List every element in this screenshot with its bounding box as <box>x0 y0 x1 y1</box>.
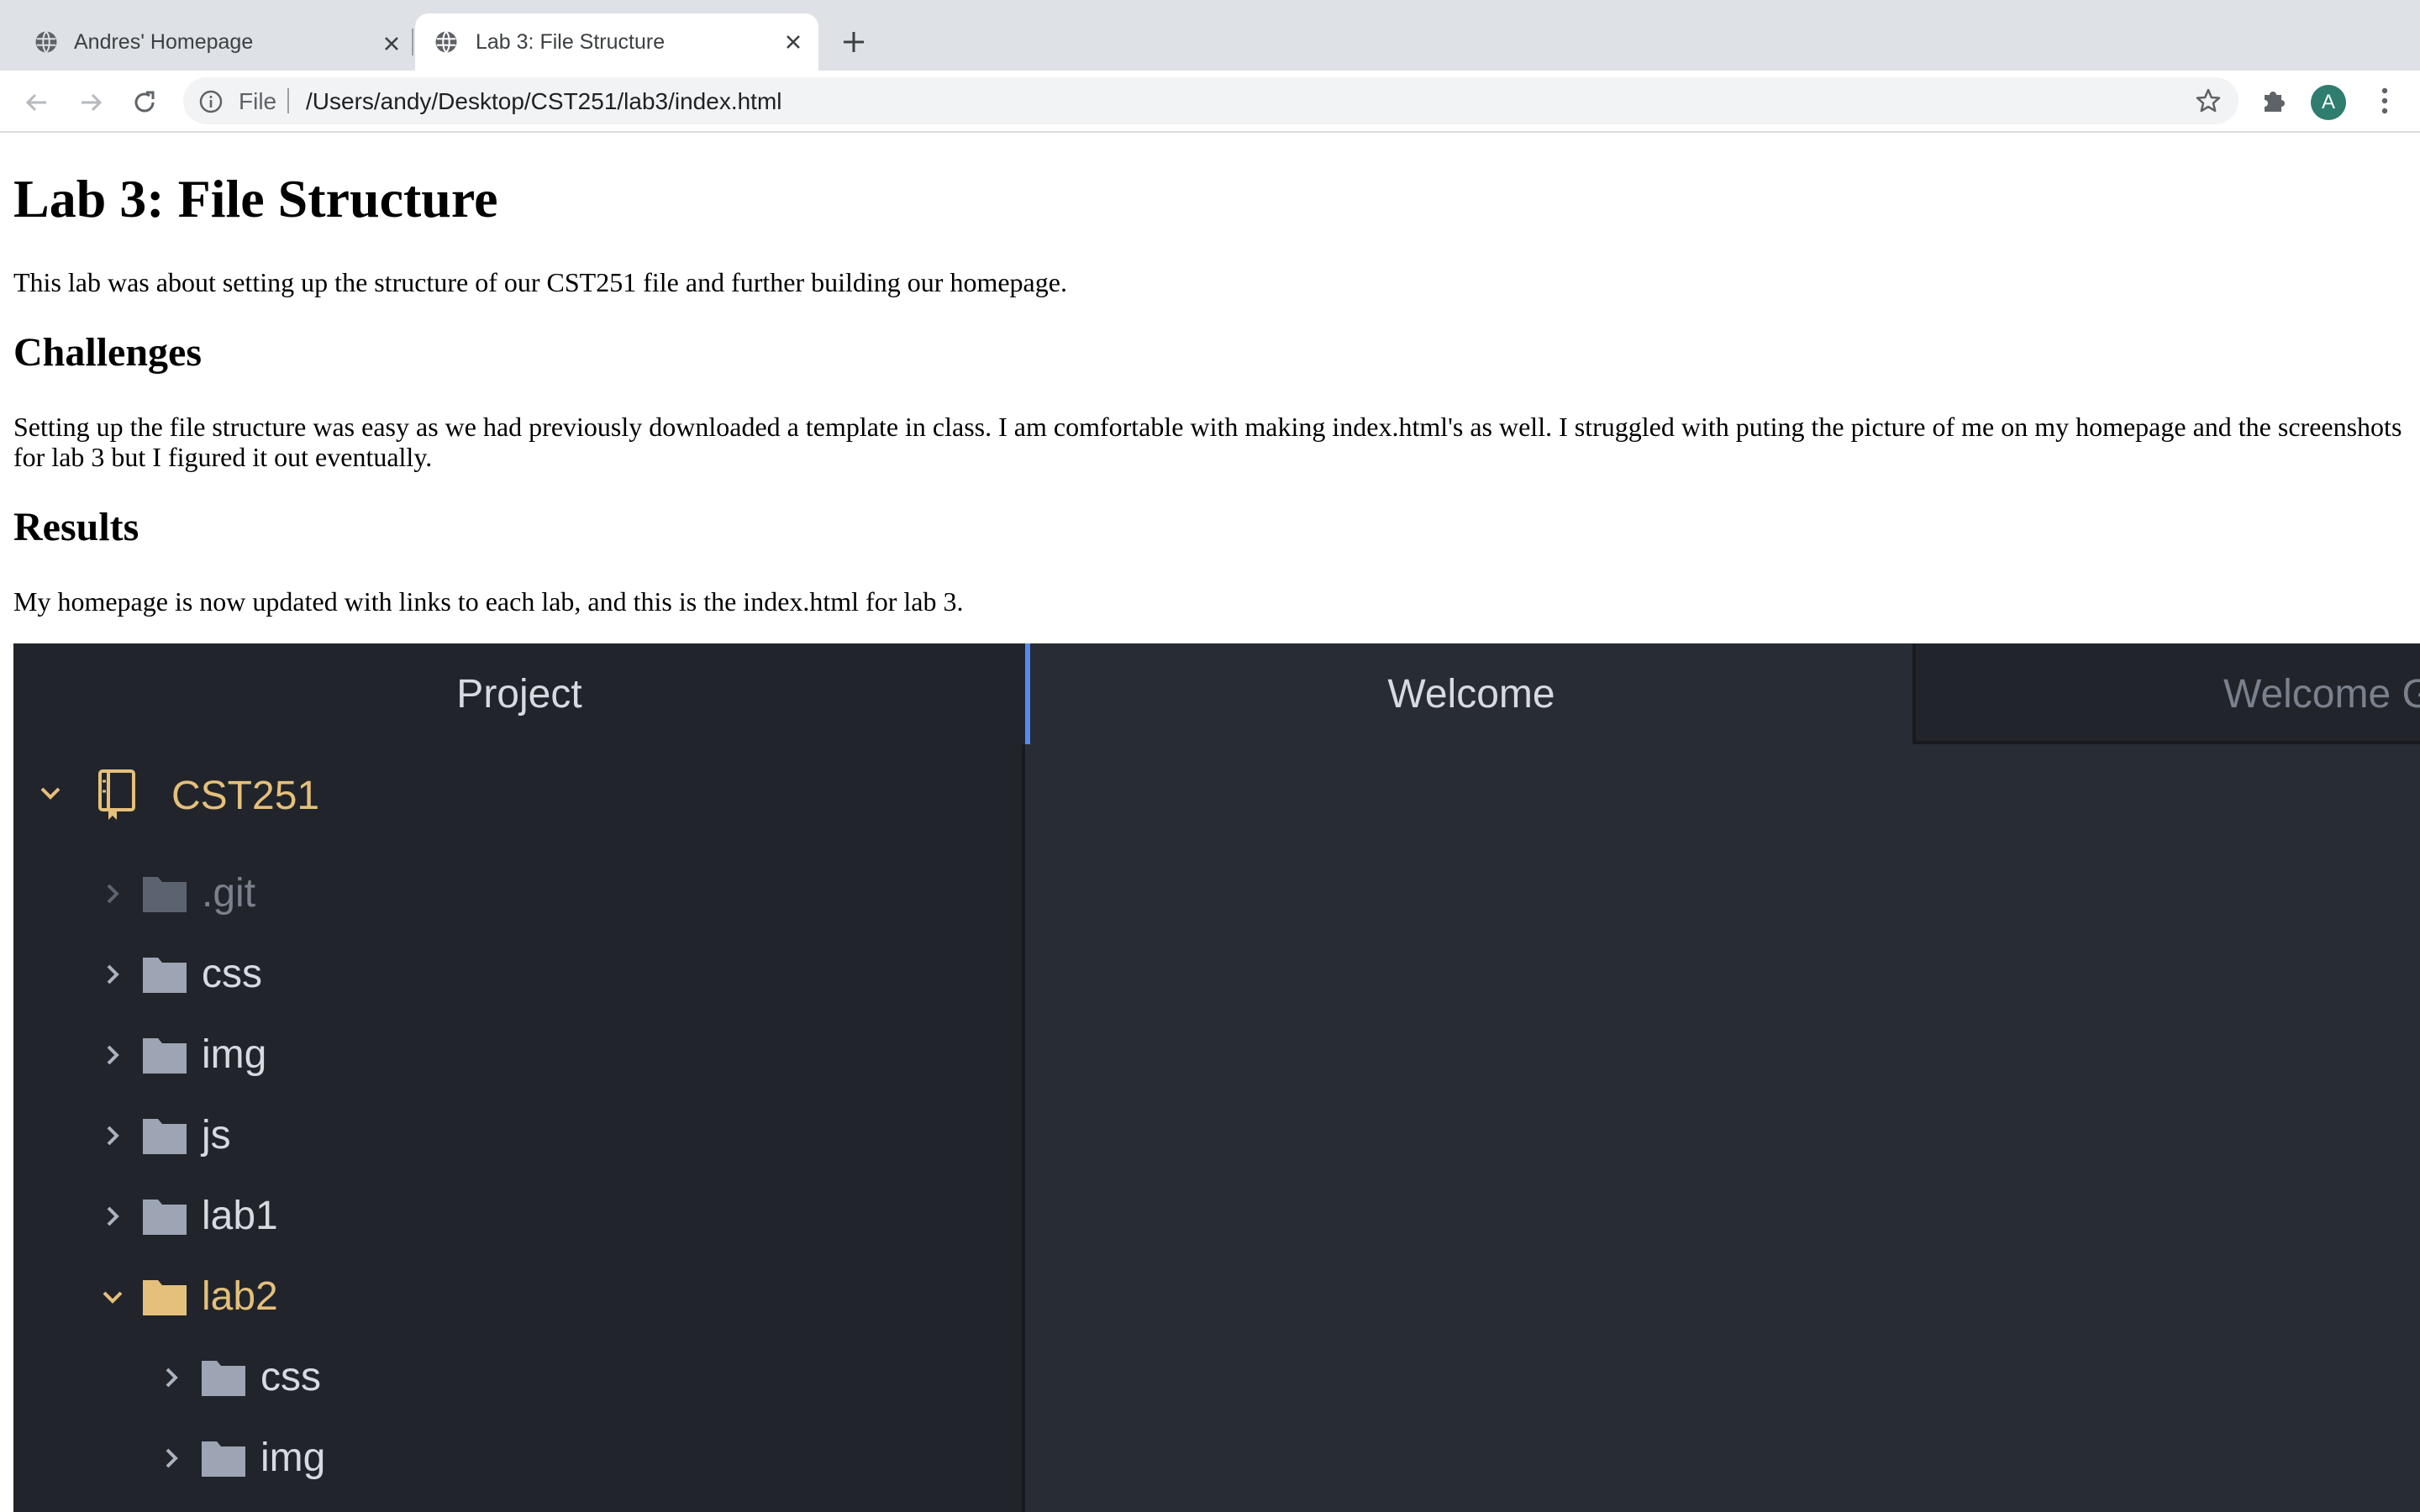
chevron-right-icon <box>107 1126 119 1146</box>
tree-item-js: js <box>97 1110 518 1161</box>
profile-avatar[interactable]: A <box>2311 85 2346 120</box>
new-tab-button[interactable] <box>837 25 871 59</box>
tree-item-label: CST251 <box>171 774 320 818</box>
tree-item-lab2-css: css <box>156 1352 576 1403</box>
menu-button[interactable] <box>2368 84 2402 118</box>
chevron-right-icon <box>166 1368 178 1388</box>
close-tab-button[interactable] <box>780 29 807 55</box>
file-structure-screenshot: Project Welcome Welcome G CST251 .git cs… <box>13 643 2420 1512</box>
more-vert-icon <box>2381 87 2388 114</box>
tree-item-label: lab2 <box>202 1274 278 1319</box>
reload-icon <box>134 91 155 113</box>
tab-divider <box>412 29 413 55</box>
profile-initial: A <box>2321 91 2335 113</box>
globe-icon <box>435 30 457 54</box>
tree-item-git: .git <box>97 869 518 919</box>
folder-icon <box>143 877 187 912</box>
folder-icon <box>143 1200 187 1235</box>
close-icon <box>786 35 800 49</box>
folder-open-icon <box>143 1280 187 1315</box>
scheme-label: File <box>239 88 277 114</box>
folder-icon <box>143 1119 187 1154</box>
globe-icon <box>35 30 57 54</box>
repo-icon <box>98 769 135 820</box>
folder-icon <box>143 1038 187 1074</box>
folder-icon <box>202 1361 245 1396</box>
address-bar[interactable]: File /Users/andy/Desktop/CST251/lab3/ind… <box>183 77 2238 124</box>
tab-welcome-guide: Welcome G <box>1912 643 2420 744</box>
chevron-right-icon <box>107 1206 119 1226</box>
tree-item-lab2: lab2 <box>97 1272 518 1322</box>
tree-item-label: lab1 <box>202 1194 278 1238</box>
star-icon[interactable] <box>2195 87 2222 114</box>
tab-lab3[interactable]: Lab 3: File Structure <box>415 13 818 71</box>
forward-button[interactable] <box>74 86 108 119</box>
tab-welcome: Welcome <box>1025 643 1912 744</box>
tree-item-label: js <box>202 1113 231 1158</box>
tab-project: Project <box>13 643 1025 744</box>
project-tree: CST251 .git css img js lab1 lab2 css img <box>13 744 1025 1512</box>
folder-icon <box>202 1441 245 1477</box>
page-title: Lab 3: File Structure <box>13 169 498 228</box>
plus-icon <box>844 32 864 52</box>
editor-tab-bar: Project Welcome Welcome G <box>13 643 2420 744</box>
challenges-paragraph: Setting up the file structure was easy a… <box>13 412 2402 472</box>
folder-icon <box>143 958 187 993</box>
chevron-down-icon <box>103 1291 123 1304</box>
toolbar: File /Users/andy/Desktop/CST251/lab3/ind… <box>0 71 2420 133</box>
tree-item-label: .git <box>202 871 256 916</box>
chevron-right-icon <box>107 1045 119 1065</box>
url-text[interactable]: /Users/andy/Desktop/CST251/lab3/index.ht… <box>306 88 782 115</box>
challenges-heading: Challenges <box>13 330 203 375</box>
chevron-right-icon <box>107 884 119 904</box>
close-tab-button[interactable] <box>378 15 405 50</box>
results-paragraph: My homepage is now updated with links to… <box>13 586 964 617</box>
tree-item-lab1: lab1 <box>97 1191 518 1242</box>
reload-button[interactable] <box>128 86 161 119</box>
extensions-button[interactable] <box>2257 84 2291 118</box>
arrow-left-icon <box>25 93 46 112</box>
tree-item-label: css <box>202 952 262 996</box>
results-heading: Results <box>13 505 139 549</box>
tree-item-label: img <box>260 1436 326 1480</box>
tree-item-label: css <box>260 1355 321 1399</box>
chevron-down-icon <box>40 787 60 800</box>
info-icon[interactable] <box>198 89 224 114</box>
divider <box>287 88 289 113</box>
puzzle-icon <box>2265 92 2285 112</box>
tab-title: Lab 3: File Structure <box>476 30 666 54</box>
tree-item-css: css <box>97 949 518 1000</box>
tree-item-cst251: CST251 <box>35 768 539 820</box>
editor-pane <box>1025 744 2420 1512</box>
close-icon <box>385 37 398 50</box>
chevron-right-icon <box>166 1448 178 1468</box>
back-button[interactable] <box>20 86 54 119</box>
arrow-right-icon <box>82 93 103 112</box>
tree-item-lab2-img: img <box>156 1433 576 1483</box>
tab-strip: Andres' Homepage Lab 3: File Structure <box>0 0 2420 71</box>
tab-title: Andres' Homepage <box>74 30 254 54</box>
tree-item-label: img <box>202 1032 267 1077</box>
chevron-right-icon <box>107 964 119 984</box>
tab-andres-homepage[interactable]: Andres' Homepage <box>17 13 412 71</box>
tree-item-img: img <box>97 1030 518 1080</box>
intro-paragraph: This lab was about setting up the struct… <box>13 267 1067 297</box>
